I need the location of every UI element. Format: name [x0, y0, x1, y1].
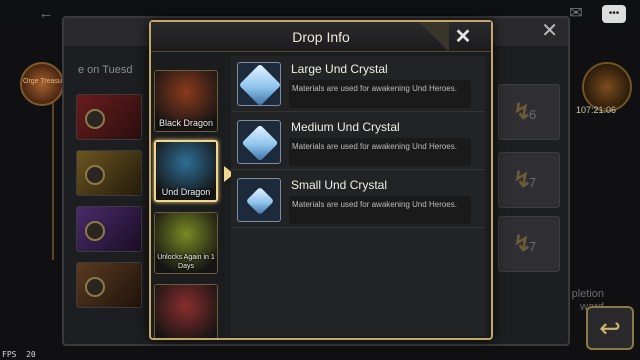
crystal-gem-shape	[238, 63, 282, 107]
und-crystal-icon[interactable]	[237, 62, 282, 107]
item-name: Large Und Crystal	[291, 62, 388, 76]
fps-label: FPS	[2, 350, 17, 359]
item-description: Materials are used for awakening Und Her…	[289, 80, 471, 108]
header-corner-decoration	[419, 22, 449, 52]
dragon-card[interactable]	[154, 284, 218, 338]
event-timer-text: 107:21:06	[576, 105, 617, 115]
item-name: Medium Und Crystal	[291, 120, 400, 134]
dragon-name: Und Dragon	[161, 187, 211, 197]
close-x-icon: ✕	[454, 26, 472, 48]
drop-item-row[interactable]: Large Und Crystal Materials are used for …	[231, 56, 485, 112]
crystal-gem-shape	[245, 186, 275, 216]
background-dragon-card[interactable]	[76, 206, 142, 252]
background-dragon-card[interactable]	[76, 262, 142, 308]
drop-items-panel: Large Und Crystal Materials are used for …	[231, 56, 485, 336]
background-close-icon[interactable]: ✕	[541, 20, 558, 42]
dragon-unlock-note: Unlocks Again in 1 Days	[157, 254, 215, 270]
energy-slot[interactable]: ↯ 7	[498, 216, 560, 272]
background-dragon-card[interactable]	[76, 94, 142, 140]
dragon-name: Black Dragon	[158, 118, 214, 128]
orb-icon	[85, 109, 105, 129]
orb-icon	[85, 165, 105, 185]
drop-item-row[interactable]: Small Und Crystal Materials are used for …	[231, 172, 485, 228]
energy-count: 7	[529, 175, 537, 190]
modal-header: Drop Info ✕	[151, 22, 491, 52]
item-description: Materials are used for awakening Und Her…	[289, 138, 471, 166]
dragon-list: Black Dragon Und Dragon Unlocks Again in 1…	[151, 54, 223, 338]
energy-slot[interactable]: ↯ 7	[498, 152, 560, 208]
dragon-portrait	[155, 285, 217, 338]
close-button[interactable]: ✕	[449, 25, 477, 49]
dragon-card[interactable]: Black Dragon	[154, 70, 218, 132]
und-crystal-icon[interactable]	[237, 120, 281, 164]
fps-counter: FPS 20	[2, 350, 36, 359]
item-description: Materials are used for awakening Und Her…	[289, 196, 471, 224]
dragon-card[interactable]: Unlocks Again in 1 Days	[154, 212, 218, 274]
item-name: Small Und Crystal	[291, 178, 388, 192]
lantern-rope	[52, 100, 54, 260]
energy-count: 6	[529, 107, 537, 122]
return-button[interactable]: ↩	[586, 306, 634, 350]
background-subtitle: e on Tuesd	[78, 64, 133, 76]
energy-slot[interactable]: ↯ 6	[498, 84, 560, 140]
crystal-gem-shape	[241, 124, 279, 162]
orb-icon	[85, 221, 105, 241]
dragon-card[interactable]: Und Dragon	[154, 140, 218, 202]
background-dragon-card[interactable]	[76, 150, 142, 196]
back-arrow-icon[interactable]: ←	[36, 5, 56, 23]
lantern-label: Orge Treasur	[23, 78, 65, 85]
orb-icon	[85, 277, 105, 297]
chat-icon[interactable]: •••	[602, 5, 626, 23]
energy-count: 7	[529, 239, 537, 254]
fps-value: 20	[26, 350, 36, 359]
game-screen: ← ✉ ••• Orge Treasur ✕ e on Tuesd pletio…	[0, 0, 640, 360]
drop-info-modal: Drop Info ✕ Black Dragon Und Dragon Unlock…	[149, 20, 493, 340]
drop-item-row[interactable]: Medium Und Crystal Materials are used for…	[231, 114, 485, 170]
return-arrow-icon: ↩	[599, 313, 621, 343]
und-crystal-icon[interactable]	[237, 178, 281, 222]
